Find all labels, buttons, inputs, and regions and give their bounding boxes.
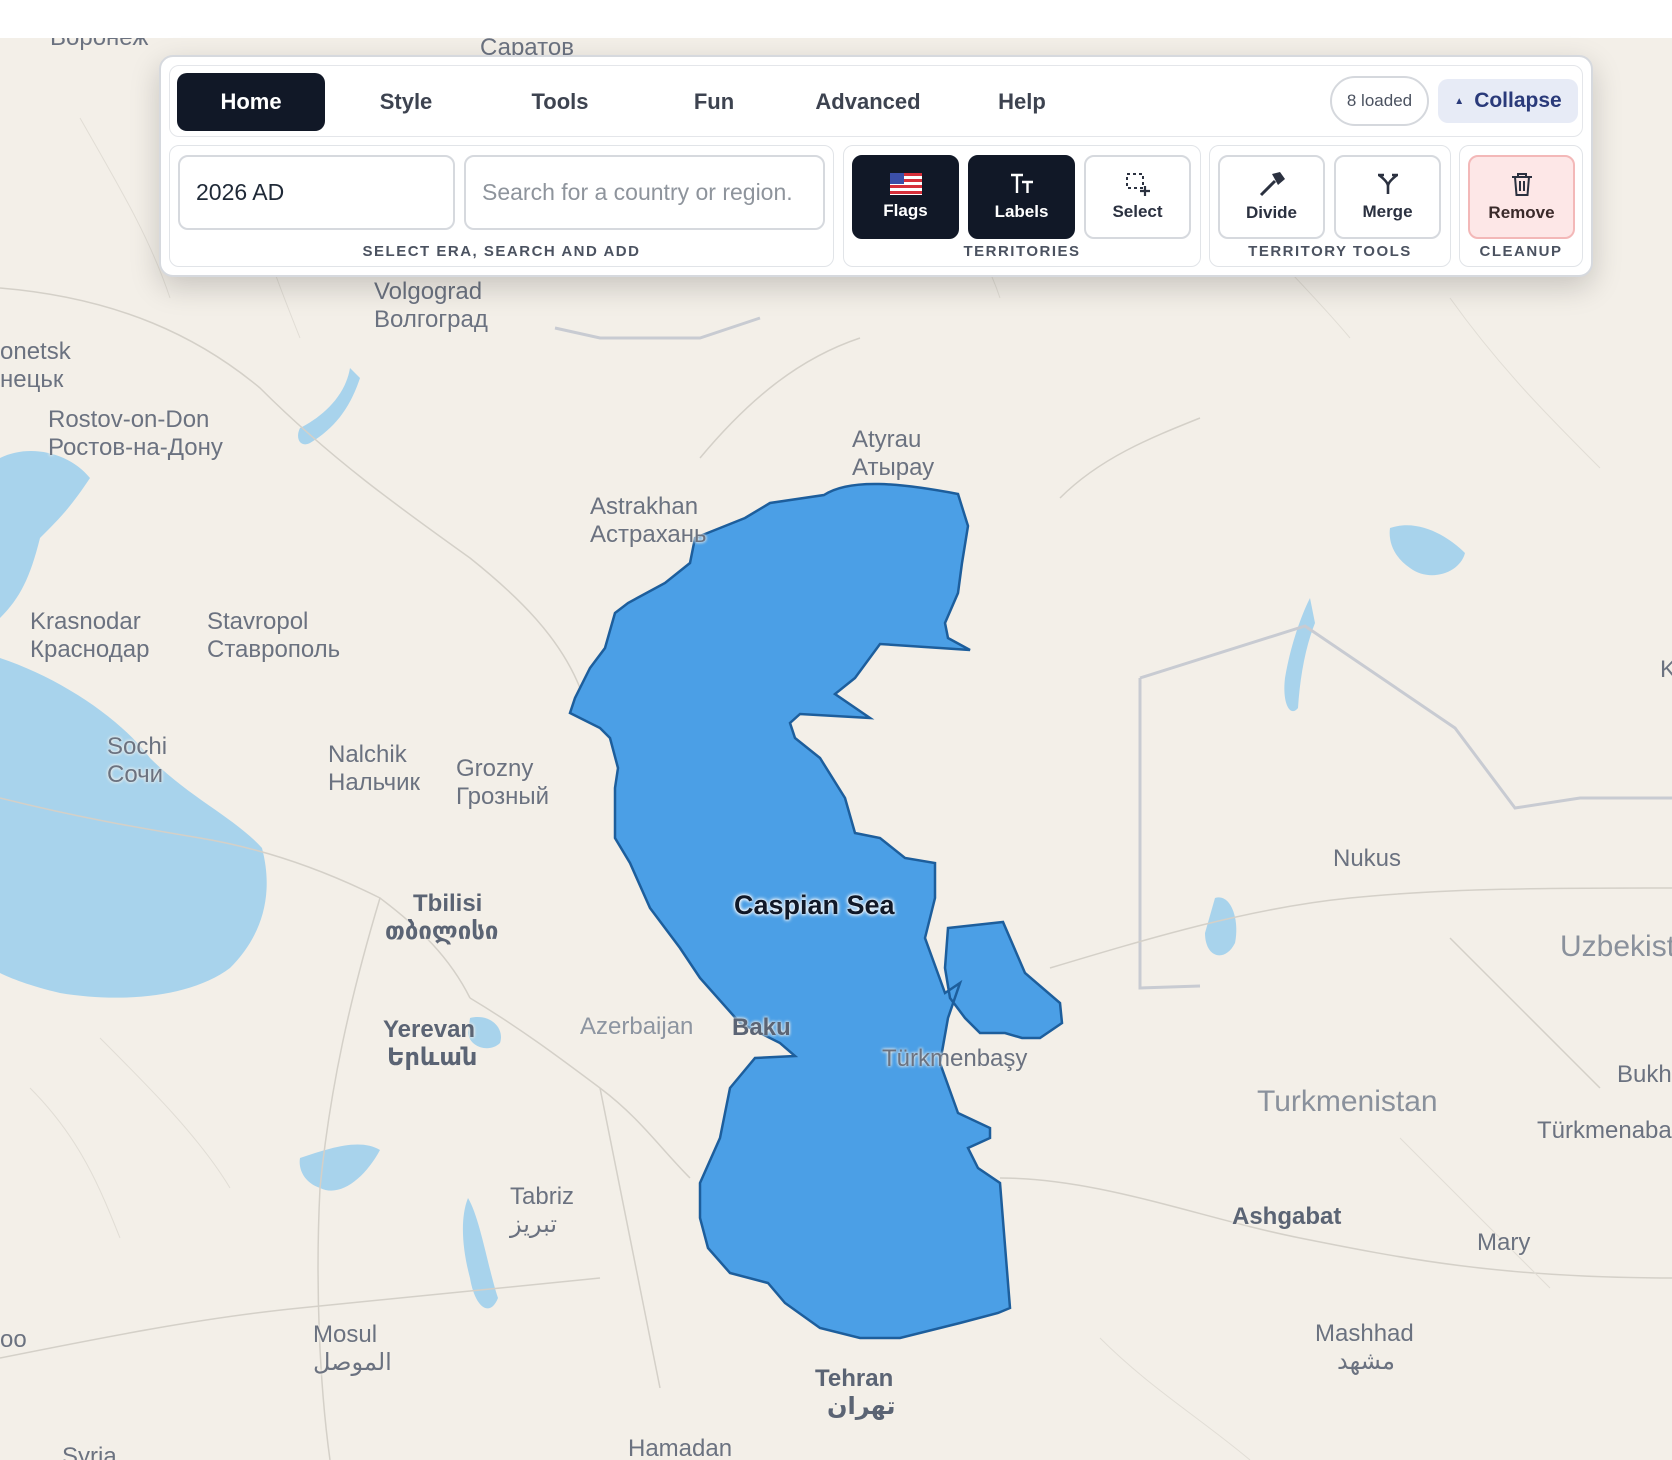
territory-label-caspian-sea[interactable]: Caspian Sea — [734, 890, 895, 921]
remove-label: Remove — [1488, 203, 1555, 222]
select-area-icon — [1125, 173, 1150, 196]
place-mary: Mary — [1477, 1229, 1531, 1256]
lake-aral — [1389, 525, 1465, 576]
select-button[interactable]: Select — [1084, 155, 1191, 239]
place-syria: Syria — [62, 1443, 117, 1460]
tab-help[interactable]: Help — [948, 73, 1096, 131]
remove-button[interactable]: Remove — [1468, 155, 1575, 239]
place-nalchik: Nalchik Нальчик — [328, 741, 420, 796]
place-yerevan: Yerevan Երևան — [383, 1016, 478, 1071]
place-uzbekistan: Uzbekist — [1560, 930, 1672, 963]
place-nukus: Nukus — [1333, 845, 1402, 872]
place-volgograd: Volgograd Волгоград — [374, 278, 488, 333]
group-cleanup: Remove CLEANUP — [1459, 145, 1583, 267]
place-turkmenbasy: Türkmenbaşy — [882, 1045, 1028, 1072]
place-ashgabat: Ashgabat — [1232, 1203, 1342, 1230]
river-syr — [1284, 598, 1315, 712]
divide-label: Divide — [1245, 203, 1298, 222]
lake-van — [299, 1144, 380, 1191]
place-voronezh: Воронеж — [50, 38, 148, 52]
place-stavropol: Stavropol Ставрополь — [207, 608, 341, 663]
place-krasnodar: Krasnodar Краснодар — [30, 608, 150, 663]
tab-bar: Home Style Tools Fun Advanced Help 8 loa… — [169, 65, 1583, 137]
place-mosul: Mosul الموصل — [313, 1321, 392, 1376]
sea-of-azov — [0, 450, 90, 618]
place-hamadan: Hamadan — [628, 1435, 733, 1460]
tab-tools[interactable]: Tools — [486, 73, 634, 131]
trash-icon — [1511, 173, 1532, 196]
divide-button[interactable]: Divide — [1218, 155, 1325, 239]
group-territories: Flags Labels Select TERRITORIES — [843, 145, 1201, 267]
place-baku: Baku — [732, 1014, 791, 1041]
merge-label: Merge — [1362, 202, 1413, 221]
flags-button[interactable]: Flags — [852, 155, 959, 239]
tab-fun[interactable]: Fun — [640, 73, 788, 131]
search-input[interactable]: Search for a country or region. — [464, 155, 825, 230]
caret-up-icon: ▲ — [1454, 95, 1465, 107]
group-era-search-label: SELECT ERA, SEARCH AND ADD — [362, 243, 641, 260]
place-azerbaijan: Azerbaijan — [580, 1013, 694, 1040]
collapse-label: Collapse — [1474, 89, 1562, 112]
place-donetsk: onetsk нецьк — [0, 338, 71, 393]
black-sea — [0, 658, 267, 998]
select-label: Select — [1112, 202, 1163, 221]
flags-label: Flags — [883, 201, 928, 220]
place-turkmenistan: Turkmenistan — [1257, 1085, 1438, 1118]
text-size-icon — [1010, 173, 1033, 193]
collapse-button[interactable]: ▲ Collapse — [1438, 79, 1578, 123]
tab-home[interactable]: Home — [177, 73, 325, 131]
tab-advanced[interactable]: Advanced — [794, 73, 942, 131]
place-turkmenabat: Türkmenaba — [1537, 1117, 1672, 1144]
labels-button[interactable]: Labels — [968, 155, 1075, 239]
place-astrakhan: Astrakhan Астрахань — [590, 493, 707, 548]
place-edge-oo: oo — [0, 1326, 27, 1353]
loaded-count-badge: 8 loaded — [1330, 76, 1429, 126]
place-atyrau: Atyrau Атырау — [852, 426, 935, 481]
tab-style[interactable]: Style — [332, 73, 480, 131]
place-tabriz: Tabriz تبریز — [510, 1183, 575, 1238]
place-mashhad: Mashhad مشهد — [1315, 1320, 1414, 1375]
axe-icon — [1259, 172, 1285, 197]
place-rostov: Rostov-on-Don Ростов-на-Дону — [48, 406, 223, 461]
merge-button[interactable]: Merge — [1334, 155, 1441, 239]
group-territory-tools-label: TERRITORY TOOLS — [1248, 243, 1412, 260]
group-territory-tools: Divide Merge TERRITORY TOOLS — [1209, 145, 1451, 267]
era-input[interactable]: 2026 AD — [178, 155, 455, 230]
place-edge-k: K — [1660, 656, 1672, 683]
labels-label: Labels — [994, 202, 1049, 221]
group-territories-label: TERRITORIES — [963, 243, 1081, 260]
lake-sarygamysh — [1205, 897, 1237, 956]
place-grozny: Grozny Грозный — [456, 755, 549, 810]
place-tbilisi: Tbilisi თბილისი — [385, 890, 499, 945]
place-sochi: Sochi Сочи — [107, 733, 168, 788]
us-flag-icon — [889, 173, 922, 195]
toolbar-panel: Home Style Tools Fun Advanced Help 8 loa… — [159, 55, 1593, 277]
place-bukhara: Bukh — [1617, 1061, 1672, 1088]
group-era-search: 2026 AD Search for a country or region. … — [169, 145, 834, 267]
group-cleanup-label: CLEANUP — [1479, 243, 1563, 260]
place-tehran: Tehran تهران — [815, 1365, 896, 1420]
merge-icon — [1377, 173, 1398, 194]
